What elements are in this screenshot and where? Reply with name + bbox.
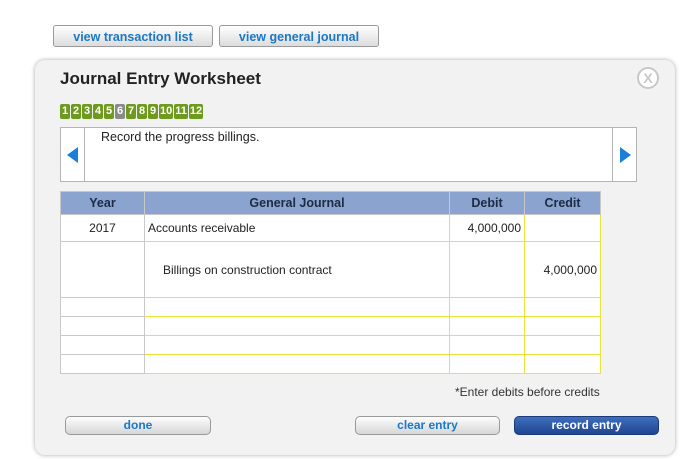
- table-row: 2017 Accounts receivable 4,000,000: [60, 214, 601, 242]
- account-cell[interactable]: [144, 335, 450, 355]
- table-row: [60, 335, 601, 355]
- account-cell[interactable]: Billings on construction contract: [144, 241, 450, 298]
- credit-cell[interactable]: 4,000,000: [524, 241, 601, 298]
- step-8-button[interactable]: 8: [137, 104, 147, 119]
- column-header-general-journal: General Journal: [144, 191, 450, 215]
- step-11-button[interactable]: 11: [174, 104, 188, 119]
- account-cell[interactable]: [144, 297, 450, 317]
- step-2-button[interactable]: 2: [71, 104, 81, 119]
- credit-cell[interactable]: [524, 316, 601, 336]
- step-3-button[interactable]: 3: [82, 104, 92, 119]
- table-row: [60, 354, 601, 374]
- view-general-journal-button[interactable]: view general journal: [219, 25, 379, 47]
- journal-entry-worksheet-panel: Journal Entry Worksheet X 1 2 3 4 5 6 7 8 9 10 11 1…: [35, 60, 675, 455]
- next-arrow-icon[interactable]: [612, 127, 637, 182]
- credit-cell[interactable]: [524, 297, 601, 317]
- done-button[interactable]: done: [65, 416, 211, 435]
- year-cell: [60, 316, 145, 336]
- debit-cell[interactable]: [449, 241, 525, 298]
- step-7-button[interactable]: 7: [126, 104, 136, 119]
- view-transaction-list-button[interactable]: view transaction list: [53, 25, 213, 47]
- instruction-text: Record the progress billings.: [101, 130, 260, 144]
- debit-cell[interactable]: [449, 335, 525, 355]
- debit-cell[interactable]: [449, 316, 525, 336]
- step-navigator: 1 2 3 4 5 6 7 8 9 10 11 12: [60, 104, 204, 119]
- previous-arrow-icon[interactable]: [60, 127, 85, 182]
- year-cell: [60, 335, 145, 355]
- clear-entry-button[interactable]: clear entry: [355, 416, 500, 435]
- close-icon[interactable]: X: [637, 67, 659, 89]
- credit-cell[interactable]: [524, 354, 601, 374]
- debit-cell[interactable]: [449, 297, 525, 317]
- worksheet-title: Journal Entry Worksheet: [60, 69, 261, 88]
- step-1-button[interactable]: 1: [60, 104, 70, 119]
- account-cell[interactable]: [144, 316, 450, 336]
- debit-cell[interactable]: 4,000,000: [449, 214, 525, 242]
- step-5-button[interactable]: 5: [104, 104, 114, 119]
- step-6-button[interactable]: 6: [115, 104, 125, 119]
- year-cell: [60, 354, 145, 374]
- debits-before-credits-note: *Enter debits before credits: [455, 385, 600, 399]
- credit-cell[interactable]: [524, 335, 601, 355]
- account-cell[interactable]: Accounts receivable: [144, 214, 450, 242]
- journal-table: Year General Journal Debit Credit 2017 A…: [60, 191, 601, 374]
- record-entry-button[interactable]: record entry: [514, 416, 659, 435]
- step-12-button[interactable]: 12: [188, 104, 204, 119]
- column-header-debit: Debit: [449, 191, 525, 215]
- year-cell: 2017: [60, 214, 145, 242]
- table-row: [60, 316, 601, 336]
- table-row: Billings on construction contract 4,000,…: [60, 241, 601, 298]
- debit-cell[interactable]: [449, 354, 525, 374]
- step-4-button[interactable]: 4: [93, 104, 103, 119]
- account-cell[interactable]: [144, 354, 450, 374]
- table-row: [60, 297, 601, 317]
- credit-cell[interactable]: [524, 214, 601, 242]
- step-10-button[interactable]: 10: [159, 104, 174, 119]
- column-header-credit: Credit: [524, 191, 601, 215]
- step-9-button[interactable]: 9: [148, 104, 158, 119]
- year-cell: [60, 297, 145, 317]
- year-cell: [60, 241, 145, 298]
- column-header-year: Year: [60, 191, 145, 215]
